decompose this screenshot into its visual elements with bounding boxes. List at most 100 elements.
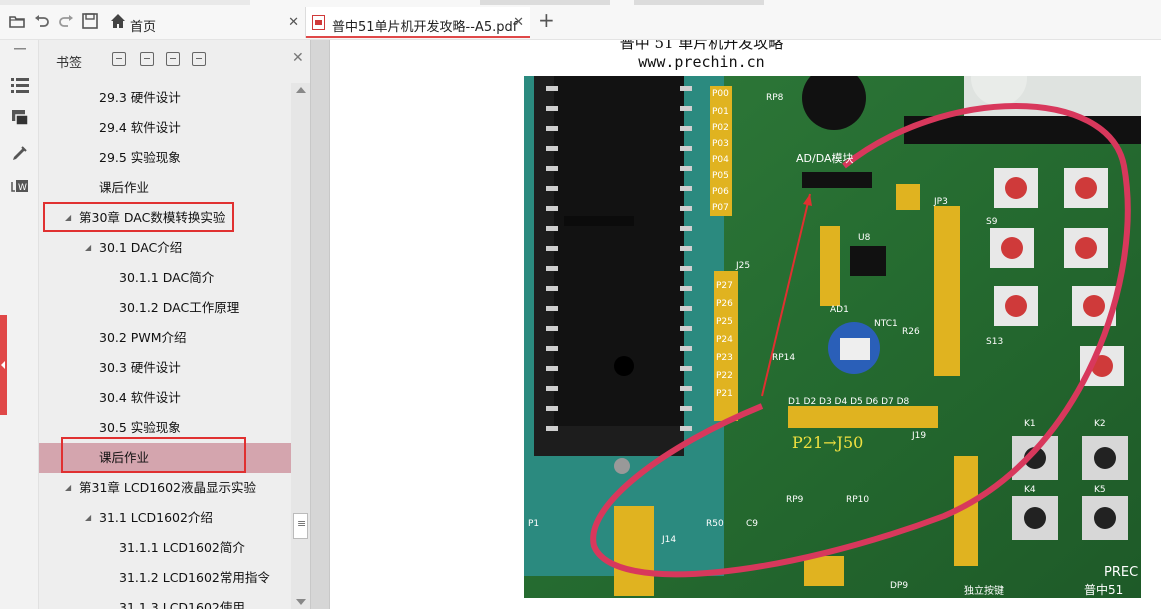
expand-arrow-icon[interactable]: ◢ [65, 473, 71, 503]
expand-arrow-icon[interactable]: ◢ [85, 503, 91, 533]
collapse-panel-handle[interactable] [0, 315, 7, 415]
bookmark-item[interactable]: 31.1.2 LCD1602常用指令 [39, 563, 291, 593]
bookmark-item[interactable]: 30.4 软件设计 [39, 383, 291, 413]
expand-arrow-icon[interactable]: ◢ [85, 233, 91, 263]
board-label-k1: K1 [1024, 419, 1036, 429]
board-label-p03: P03 [712, 139, 729, 149]
bookmark-label: 课后作业 [99, 180, 150, 195]
redo-icon[interactable] [57, 12, 75, 30]
bookmark-label: 31.1.3 LCD1602使用 [119, 600, 245, 609]
scroll-down-icon[interactable] [296, 599, 306, 605]
bookmark-label: 29.5 实验现象 [99, 150, 181, 165]
comment-icon[interactable] [10, 108, 30, 128]
bookmark-item[interactable]: 31.1.3 LCD1602使用 [39, 593, 291, 609]
add-bookmark-icon[interactable] [166, 52, 180, 66]
bookmark-item[interactable]: 30.2 PWM介绍 [39, 323, 291, 353]
board-label-p02: P02 [712, 123, 729, 133]
bookmark-scrollbar[interactable] [291, 83, 310, 609]
close-icon[interactable]: ✕ [292, 50, 304, 66]
board-label-p01: P01 [712, 107, 729, 117]
menu-icon[interactable] [10, 42, 30, 62]
bookmark-panel: 书签 ✕ 29.3 硬件设计 29.4 软件设计 29.5 实验现象 课后作业 ◢ 第30… [39, 40, 310, 609]
bookmark-item[interactable]: 课后作业 [39, 173, 291, 203]
board-label-prec: PREC [1104, 565, 1138, 580]
board-label-p1: P1 [528, 519, 539, 529]
bookmark-label: 30.1.2 DAC工作原理 [119, 300, 240, 315]
board-label-p04: P04 [712, 155, 729, 165]
bookmark-item[interactable]: 30.1.1 DAC简介 [39, 263, 291, 293]
pen-icon[interactable] [10, 143, 30, 163]
bookmark-item[interactable]: ◢ 31.1 LCD1602介绍 [39, 503, 291, 533]
board-label-p23: P23 [716, 353, 733, 363]
tab-home-label: 首页 [130, 20, 157, 35]
new-tab-button[interactable]: + [538, 10, 555, 30]
bookmark-item[interactable]: 30.1.2 DAC工作原理 [39, 293, 291, 323]
open-folder-icon[interactable] [8, 12, 26, 30]
home-icon [110, 13, 126, 33]
collapse-all-icon[interactable] [140, 52, 154, 66]
expand-all-icon[interactable] [112, 52, 126, 66]
board-label-brand: 普中51 [1084, 582, 1123, 597]
board-label-j14: J14 [661, 535, 676, 545]
board-label-keys: 独立按键 [964, 584, 1004, 597]
bookmark-item[interactable]: 30.3 硬件设计 [39, 353, 291, 383]
bookmark-label: 第31章 LCD1602液晶显示实验 [79, 480, 257, 495]
bookmark-label: 31.1.1 LCD1602简介 [119, 540, 245, 555]
toolbar-strip [480, 0, 610, 5]
export-icon[interactable]: W [10, 176, 30, 196]
bookmark-label: 30.1.1 DAC简介 [119, 270, 215, 285]
highlight-box [61, 437, 246, 473]
board-label-p06: P06 [712, 187, 729, 197]
tab-bar: 首页 ✕ 普中51单片机开发攻略--A5.pdf ✕ + [0, 0, 1161, 40]
board-label-ad1: AD1 [830, 305, 849, 315]
board-label-p07: P07 [712, 203, 729, 213]
page-header-url: www.prechin.cn [638, 53, 765, 71]
board-label-s13: S13 [986, 337, 1003, 347]
close-icon[interactable]: ✕ [288, 15, 299, 30]
board-label-leds: D1 D2 D3 D4 D5 D6 D7 D8 [788, 397, 910, 407]
pdf-icon [312, 15, 325, 30]
board-label-p26: P26 [716, 299, 733, 309]
board-label-p22: P22 [716, 371, 733, 381]
board-label-adda: AD/DA模块 [796, 152, 854, 165]
tab-pdf[interactable]: 普中51单片机开发攻略--A5.pdf ✕ [306, 7, 530, 38]
left-icon-rail: W [0, 40, 39, 609]
bookmark-settings-icon[interactable] [192, 52, 206, 66]
scrollbar-thumb[interactable] [293, 513, 308, 539]
bookmark-item[interactable]: 31.1.1 LCD1602简介 [39, 533, 291, 563]
bookmark-chapter[interactable]: ◢ 第31章 LCD1602液晶显示实验 [39, 473, 291, 503]
board-label-r26: R26 [902, 327, 920, 337]
board-label-rp8: RP8 [766, 93, 784, 103]
board-label-dp9: DP9 [890, 581, 908, 591]
bookmark-label: 31.1.2 LCD1602常用指令 [119, 570, 270, 585]
board-label-u8: U8 [858, 233, 871, 243]
board-label-j19: J19 [911, 431, 926, 441]
bookmark-label: 30.3 硬件设计 [99, 360, 181, 375]
bookmark-item[interactable]: ◢ 30.1 DAC介绍 [39, 233, 291, 263]
board-label-rp9: RP9 [786, 495, 804, 505]
board-label-p25: P25 [716, 317, 733, 327]
close-icon[interactable]: ✕ [513, 15, 524, 30]
page-header-title: 普中 51 单片机开发攻略 [619, 40, 784, 52]
undo-icon[interactable] [33, 12, 51, 30]
tab-pdf-label: 普中51单片机开发攻略--A5.pdf [332, 20, 518, 35]
list-icon[interactable] [10, 76, 30, 96]
bookmark-label: 30.1 DAC介绍 [99, 240, 183, 255]
save-icon[interactable] [81, 12, 99, 30]
board-label-j25: J25 [735, 261, 750, 271]
bookmark-item[interactable]: 29.4 软件设计 [39, 113, 291, 143]
svg-text:W: W [18, 183, 27, 193]
document-view[interactable]: 普中 51 单片机开发攻略 www.prechin.cn P21→J50 AD/… [330, 40, 1161, 609]
board-label-p05: P05 [712, 171, 729, 181]
bookmark-panel-title: 书签 [56, 56, 83, 71]
board-annotation: P21→J50 [792, 433, 863, 452]
tab-home[interactable]: 首页 ✕ [104, 7, 306, 38]
board-photo: P21→J50 AD/DA模块 P27 P26 P25 P24 P23 P22 … [524, 76, 1141, 598]
board-label-c9: C9 [746, 519, 758, 529]
board-label-k5: K5 [1094, 485, 1106, 495]
toolbar-strip [634, 0, 764, 5]
scroll-up-icon[interactable] [296, 87, 306, 93]
panel-splitter[interactable] [310, 40, 330, 609]
bookmark-item[interactable]: 29.5 实验现象 [39, 143, 291, 173]
bookmark-item[interactable]: 29.3 硬件设计 [39, 83, 291, 113]
